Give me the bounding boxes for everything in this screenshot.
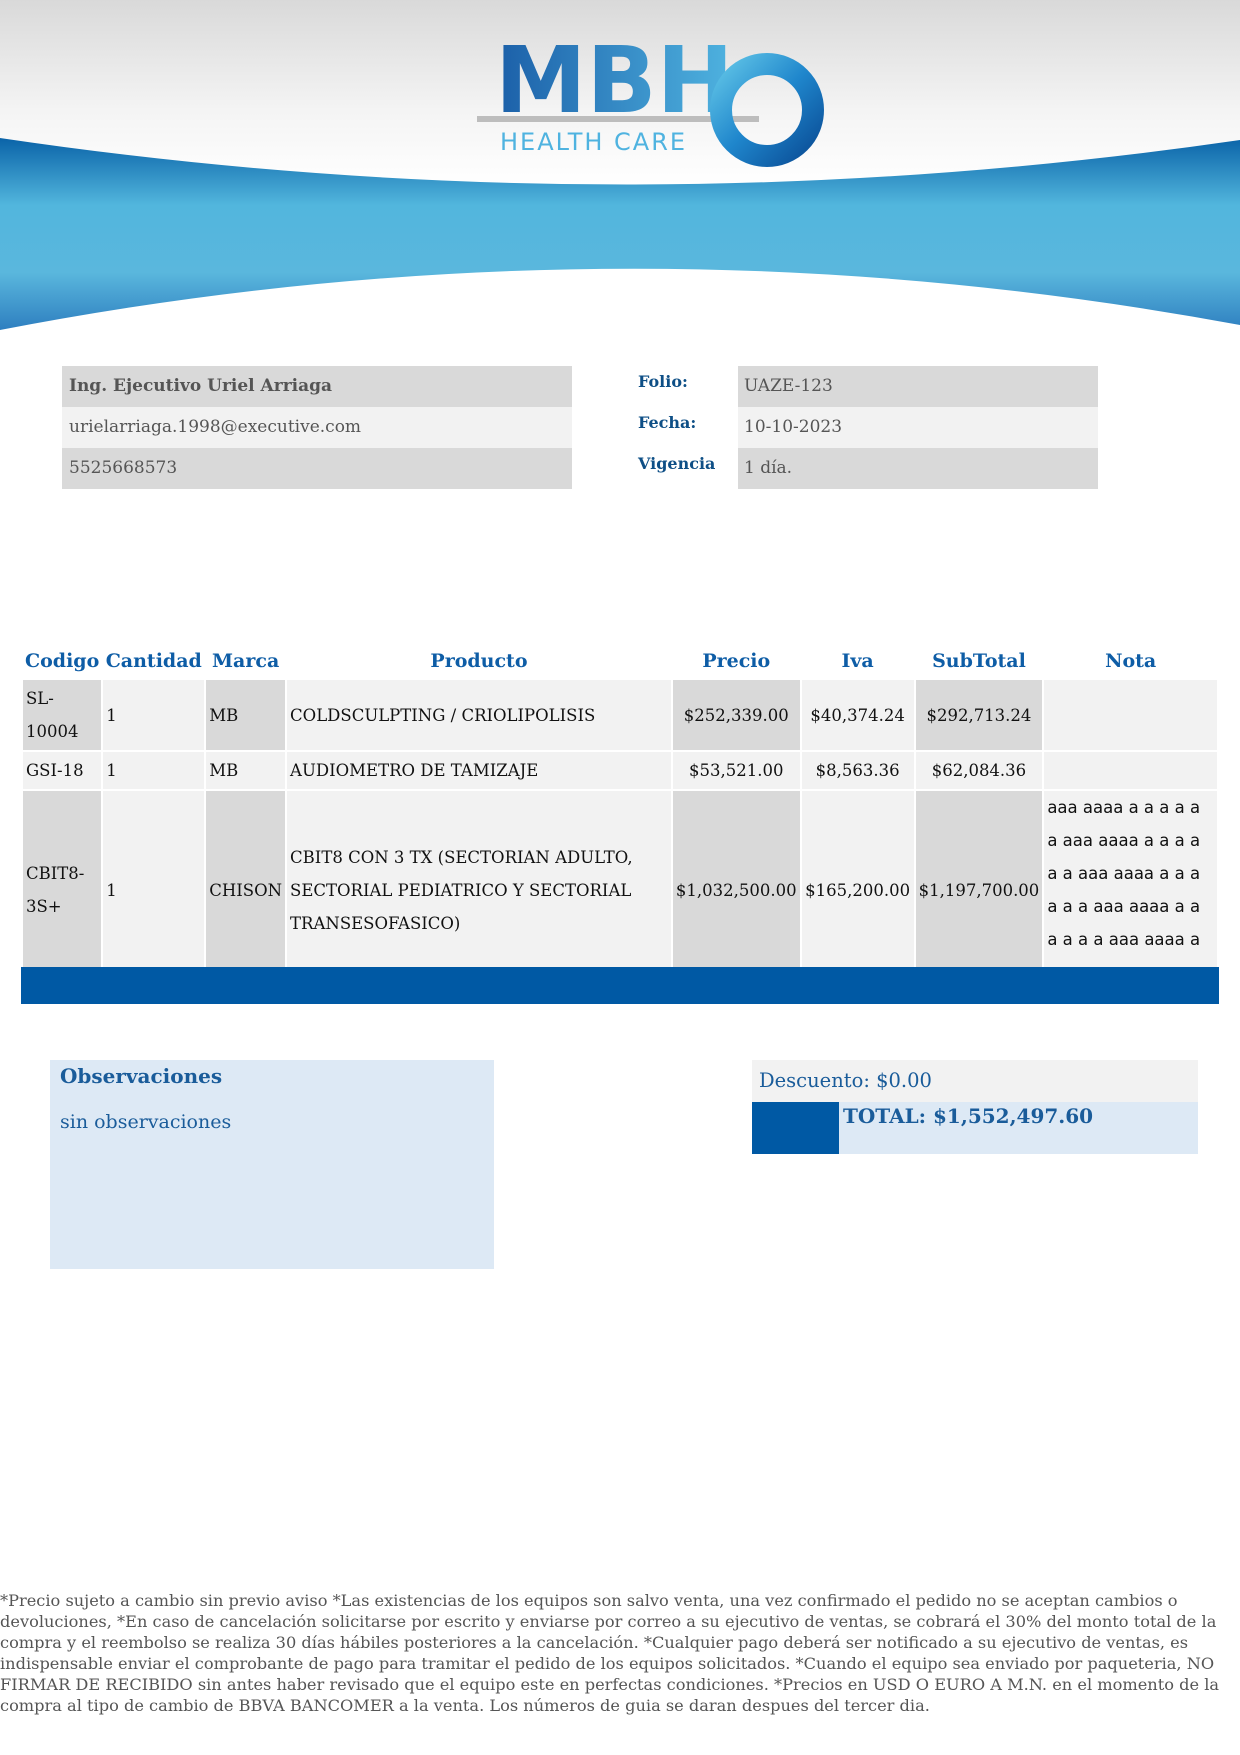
cell-iva: $165,200.00 (801, 791, 914, 989)
table-row: CBIT8-3S+ 1 CHISON CBIT8 CON 3 TX (SECTO… (23, 791, 1217, 989)
header-marca: Marca (212, 650, 280, 672)
executive-email: urielarriaga.1998@executive.com (62, 407, 572, 448)
total-amount: TOTAL: $1,552,497.60 (839, 1102, 1198, 1154)
vigencia-label: Vigencia (638, 454, 716, 473)
folio-value: UAZE-123 (738, 366, 1098, 407)
table-footer-bar (21, 967, 1219, 1004)
cell-codigo: GSI-18 (23, 752, 102, 789)
executive-info: Ing. Ejecutivo Uriel Arriaga urielarriag… (62, 366, 572, 489)
header-banner: MBH HEALTH CARE (0, 0, 1240, 340)
cell-producto: COLDSCULPTING / CRIOLIPOLISIS (287, 680, 671, 750)
cell-subtotal: $1,197,700.00 (915, 791, 1043, 989)
logo-tagline: HEALTH CARE (500, 128, 687, 156)
discount-line: Descuento: $0.00 (752, 1060, 1198, 1102)
items-table: Codigo Cantidad Marca Producto Precio Iv… (21, 642, 1219, 991)
totals-box: Descuento: $0.00 TOTAL: $1,552,497.60 (752, 1060, 1198, 1154)
cell-subtotal: $62,084.36 (915, 752, 1043, 789)
total-row: TOTAL: $1,552,497.60 (752, 1102, 1198, 1154)
cell-precio: $53,521.00 (672, 752, 800, 789)
header-producto: Producto (430, 650, 528, 672)
observations-text: sin observaciones (60, 1111, 232, 1133)
executive-name: Ing. Ejecutivo Uriel Arriaga (62, 366, 572, 407)
table-header-row: Codigo Cantidad Marca Producto Precio Iv… (23, 644, 1217, 678)
header-nota: Nota (1105, 650, 1157, 672)
quote-meta-values: UAZE-123 10-10-2023 1 día. (738, 366, 1098, 489)
terms-footer: *Precio sujeto a cambio sin previo aviso… (0, 1591, 1220, 1715)
cell-producto: CBIT8 CON 3 TX (SECTORIAN ADULTO, SECTOR… (287, 791, 671, 989)
cell-cantidad: 1 (103, 680, 205, 750)
header-wave-graphic: MBH HEALTH CARE (0, 0, 1240, 340)
header-subtotal: SubTotal (932, 650, 1026, 672)
header-codigo: Codigo (25, 650, 100, 672)
table-row: GSI-18 1 MB AUDIOMETRO DE TAMIZAJE $53,5… (23, 752, 1217, 789)
cell-marca: CHISON (206, 791, 286, 989)
cell-nota (1044, 752, 1217, 789)
cell-marca: MB (206, 680, 286, 750)
cell-cantidad: 1 (103, 791, 205, 989)
cell-subtotal: $292,713.24 (915, 680, 1043, 750)
table-row: SL-10004 1 MB COLDSCULPTING / CRIOLIPOLI… (23, 680, 1217, 750)
cell-marca: MB (206, 752, 286, 789)
folio-label: Folio: (638, 372, 688, 391)
cell-nota: aaa aaaa a a a a a a aaa aaaa a a a a a … (1044, 791, 1217, 989)
cell-iva: $40,374.24 (801, 680, 914, 750)
cell-cantidad: 1 (103, 752, 205, 789)
observations-box: Observaciones sin observaciones (50, 1060, 494, 1269)
header-cantidad: Cantidad (105, 650, 202, 672)
header-iva: Iva (841, 650, 874, 672)
fecha-value: 10-10-2023 (738, 407, 1098, 448)
fecha-label: Fecha: (638, 413, 697, 432)
header-precio: Precio (702, 650, 771, 672)
cell-precio: $1,032,500.00 (672, 791, 800, 989)
observations-title: Observaciones (60, 1064, 223, 1088)
cell-iva: $8,563.36 (801, 752, 914, 789)
cell-producto: AUDIOMETRO DE TAMIZAJE (287, 752, 671, 789)
total-color-block (752, 1102, 839, 1154)
vigencia-value: 1 día. (738, 448, 1098, 489)
cell-nota (1044, 680, 1217, 750)
quote-meta-labels: Folio: Fecha: Vigencia (638, 366, 738, 489)
cell-precio: $252,339.00 (672, 680, 800, 750)
cell-codigo: CBIT8-3S+ (23, 791, 102, 989)
cell-codigo: SL-10004 (23, 680, 102, 750)
executive-phone: 5525668573 (62, 448, 572, 489)
